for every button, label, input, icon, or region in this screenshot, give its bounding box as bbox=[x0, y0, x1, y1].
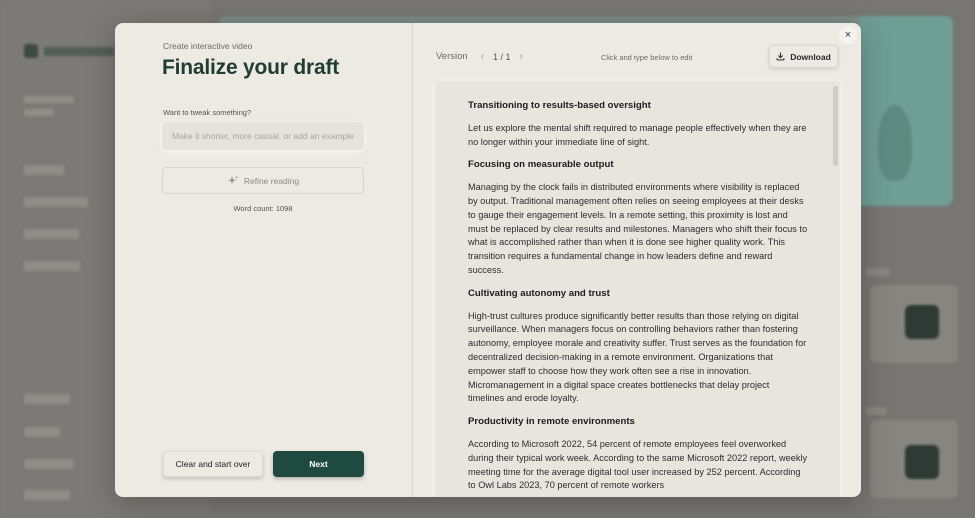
background-nav-item bbox=[24, 261, 80, 271]
background-logo bbox=[24, 44, 114, 60]
tweak-input[interactable] bbox=[162, 122, 364, 150]
section-heading[interactable]: Productivity in remote environments bbox=[468, 415, 808, 429]
background-nav-item bbox=[24, 165, 64, 175]
background-thumbnail bbox=[905, 305, 939, 339]
section-body[interactable]: Let us explore the mental shift required… bbox=[468, 122, 808, 150]
refine-reading-button[interactable]: Refine reading bbox=[162, 167, 364, 194]
finalize-draft-modal: × Create interactive video Finalize your… bbox=[115, 23, 861, 497]
background-user bbox=[24, 96, 80, 122]
background-nav-item bbox=[24, 490, 70, 500]
section-heading[interactable]: Transitioning to results-based oversight bbox=[468, 99, 808, 113]
version-label: Version bbox=[436, 51, 468, 62]
background-nav-item bbox=[24, 197, 88, 207]
background-nav-item bbox=[24, 459, 74, 469]
modal-subtitle: Create interactive video bbox=[163, 41, 253, 51]
refine-reading-label: Refine reading bbox=[243, 175, 300, 186]
chevron-right-icon[interactable]: › bbox=[517, 51, 526, 62]
editor-scrollbar[interactable] bbox=[833, 86, 838, 166]
draft-content[interactable]: Transitioning to results-based oversight… bbox=[468, 99, 808, 497]
sparkle-icon bbox=[227, 175, 239, 184]
background-nav-item bbox=[24, 229, 79, 239]
background-leaf-illustration bbox=[878, 105, 912, 181]
section-heading[interactable]: Cultivating autonomy and trust bbox=[468, 287, 808, 301]
background-thumbnail bbox=[905, 445, 939, 479]
tweak-label: Want to tweak something? bbox=[163, 108, 252, 117]
download-label: Download bbox=[790, 51, 831, 62]
edit-hint: Click and type below to edit bbox=[601, 53, 693, 62]
background-label bbox=[866, 407, 886, 415]
left-panel: Create interactive video Finalize your d… bbox=[115, 23, 413, 497]
version-page: 1 / 1 bbox=[493, 51, 511, 62]
word-count: Word count: 1098 bbox=[233, 204, 293, 213]
version-selector: Version ‹ 1 / 1 › bbox=[436, 51, 526, 62]
section-body[interactable]: Managing by the clock fails in distribut… bbox=[468, 181, 808, 278]
next-button[interactable]: Next bbox=[273, 451, 364, 477]
page-title: Finalize your draft bbox=[162, 56, 340, 79]
download-button[interactable]: Download bbox=[769, 45, 838, 68]
chevron-left-icon[interactable]: ‹ bbox=[478, 51, 487, 62]
section-body[interactable]: According to Microsoft 2022, 54 percent … bbox=[468, 438, 808, 493]
draft-editor[interactable]: Transitioning to results-based oversight… bbox=[435, 81, 840, 497]
right-panel: Version ‹ 1 / 1 › Click and type below t… bbox=[414, 23, 861, 497]
section-body[interactable]: High-trust cultures produce significantl… bbox=[468, 310, 808, 407]
section-heading[interactable]: Focusing on measurable output bbox=[468, 158, 808, 172]
close-button[interactable]: × bbox=[839, 26, 857, 44]
background-nav-item bbox=[24, 394, 70, 404]
background-label bbox=[866, 268, 890, 276]
clear-and-start-over-button[interactable]: Clear and start over bbox=[163, 451, 263, 477]
background-nav-item bbox=[24, 427, 60, 437]
download-icon bbox=[776, 52, 785, 61]
close-icon: × bbox=[844, 29, 852, 41]
